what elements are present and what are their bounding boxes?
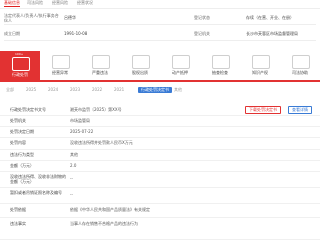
pledge-icon xyxy=(132,55,150,69)
filter-other[interactable]: 其他 xyxy=(174,87,182,93)
filter-2024[interactable]: 2024 xyxy=(48,87,58,93)
filter-2025[interactable]: 2025 xyxy=(26,87,36,93)
check-label: 抽查检查 xyxy=(212,70,228,75)
tab-abnormal-operation[interactable]: 经营异常 xyxy=(40,51,80,78)
ip-label: 知识产权 xyxy=(252,70,268,75)
legal-rep-value: 吕德华 xyxy=(64,15,76,20)
legal-rep-label: 法定代表人/负责人/执行事务合伙人 xyxy=(4,13,59,23)
detail-row-facts: 违法事实 当事人存在销售不合格产品的违法行为 xyxy=(0,217,320,240)
download-decision-button[interactable]: 下载处罚决定书 xyxy=(245,106,281,114)
confiscation-label: 没收违法所得、没收非法财物的金额（万元） xyxy=(10,174,66,184)
amount-value: 2.0 xyxy=(70,163,77,168)
violation-type-value: 其他 xyxy=(70,152,78,157)
tab-equity-pledge[interactable]: 股权出质 xyxy=(120,51,160,78)
content-value: 没收违法所得并处罚款人民币X万元 xyxy=(70,140,133,145)
authority-label: 处罚机关 xyxy=(10,118,26,123)
detail-row-basis: 处罚依据 依据《中华人民共和国产品质量法》有关规定 xyxy=(0,203,320,218)
tab-chattel-mortgage[interactable]: 动产抵押 xyxy=(160,51,200,78)
mortgage-icon xyxy=(172,55,190,69)
reg-status-value: 存续（在营、开业、在册） xyxy=(246,15,294,20)
filter-penalty-decision[interactable]: 行政处罚决定书 xyxy=(138,87,172,93)
tab-serious-violation[interactable]: 严重违法 xyxy=(80,51,120,78)
reg-status-label: 登记状态 xyxy=(194,15,210,20)
abnormal-icon xyxy=(52,55,70,69)
tab-spot-check[interactable]: 抽查检查 xyxy=(200,51,240,78)
doc-no-value: 湘芙市监罚〔2025〕第XX号 xyxy=(70,107,122,112)
tab-operation-status[interactable]: 经营状况 xyxy=(77,0,93,6)
tab-judicial-assistance[interactable]: 司法协助 xyxy=(280,51,320,78)
tab-judicial-risk[interactable]: 司法风险 xyxy=(27,0,43,6)
decision-date-value: 2025-07-22 xyxy=(70,129,94,134)
facts-label: 违法事实 xyxy=(10,221,26,226)
tab-operation-risk[interactable]: 经营风险 xyxy=(52,0,68,6)
abnormal-label: 经营异常 xyxy=(52,70,68,75)
assist-label: 司法协助 xyxy=(292,70,308,75)
info-row-2: 成立日期 1991-10-08 登记机关 长沙市芙蓉区市场监督管理局 xyxy=(4,28,316,41)
check-icon xyxy=(212,55,230,69)
doc-no-label: 行政处罚决定书文号 xyxy=(10,107,46,112)
tab-intellectual-property[interactable]: 知识产权 xyxy=(240,51,280,78)
confiscation-value: -- xyxy=(70,176,73,181)
tabs-divider xyxy=(0,8,320,9)
basis-label: 处罚依据 xyxy=(10,207,26,212)
top-tabs: 基础信息 司法风险 经营风险 经营状况 xyxy=(0,0,320,8)
view-detail-button[interactable]: 查看详情 xyxy=(288,106,312,114)
section-accent-line xyxy=(0,80,320,82)
ip-icon xyxy=(252,55,270,69)
license-value: -- xyxy=(70,192,73,197)
violation-type-label: 违法行为类型 xyxy=(10,152,34,157)
reg-authority-label: 登记机关 xyxy=(194,31,210,36)
amount-label: 金额（万元） xyxy=(10,163,34,168)
filter-2021[interactable]: 2021 xyxy=(114,87,124,93)
mortgage-label: 动产抵押 xyxy=(172,70,188,75)
facts-value: 当事人存在销售不合格产品的违法行为 xyxy=(70,221,138,226)
est-date-label: 成立日期 xyxy=(4,31,20,36)
assist-icon xyxy=(292,55,310,69)
tab-basic-info[interactable]: 基础信息 xyxy=(4,0,20,7)
filter-all[interactable]: 全部 xyxy=(6,87,14,93)
violation-label: 严重违法 xyxy=(92,70,108,75)
detail-row-license: 暂扣或者吊销证照名称及编号 -- xyxy=(0,187,320,204)
info-row-1: 法定代表人/负责人/执行事务合伙人 吕德华 登记状态 存续（在营、开业、在册） xyxy=(4,12,316,25)
filter-bar: 全部 2025 2024 2023 2022 2021 行政处罚决定书 其他 xyxy=(6,87,316,95)
authority-value: 市场监管局 xyxy=(70,118,90,123)
est-date-value: 1991-10-08 xyxy=(64,31,88,36)
basis-value: 依据《中华人民共和国产品质量法》有关规定 xyxy=(70,207,150,212)
filter-2022[interactable]: 2022 xyxy=(92,87,102,93)
risk-category-bar: 经营异常 严重违法 股权出质 动产抵押 抽查检查 知识产权 司法协助 xyxy=(0,51,320,78)
license-label: 暂扣或者吊销证照名称及编号 xyxy=(10,190,62,195)
pledge-label: 股权出质 xyxy=(132,70,148,75)
violation-icon xyxy=(92,55,110,69)
detail-row-confiscation: 没收违法所得、没收非法财物的金额（万元） -- xyxy=(0,171,320,188)
filter-2023[interactable]: 2023 xyxy=(70,87,80,93)
content-label: 处罚内容 xyxy=(10,140,26,145)
reg-authority-value: 长沙市芙蓉区市场监督管理局 xyxy=(246,31,298,36)
decision-date-label: 处罚决定日期 xyxy=(10,129,34,134)
